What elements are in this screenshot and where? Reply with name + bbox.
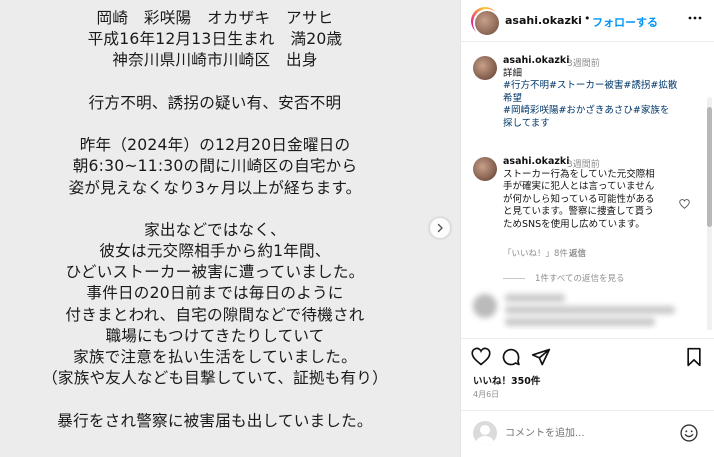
post-date[interactable]: 4月6日	[473, 389, 499, 400]
post-image-text-line: 昨年（2024年）の12月20日金曜日の	[79, 136, 351, 155]
bookmark-icon	[687, 347, 701, 367]
comment-text: と見ています。警察に捜査して貰う	[503, 206, 654, 218]
profile-avatar[interactable]	[471, 7, 501, 37]
user-avatar	[473, 421, 497, 445]
post-image-text-line: 家族で注意を払い生活をしていました。	[73, 348, 357, 366]
post-sidebar: asahi.okazki • フォローする asahi.okazki 3週間前 …	[460, 0, 714, 457]
next-image-button[interactable]	[430, 218, 450, 238]
comment-username[interactable]: asahi.okazki	[503, 156, 569, 167]
blurred-line	[505, 306, 675, 314]
header-separator: •	[584, 12, 591, 25]
comment-button[interactable]	[501, 347, 521, 371]
more-horizontal-icon	[688, 16, 702, 20]
post-image-text-line: 彼女は元交際相手から約1年間、	[99, 242, 331, 261]
header-username[interactable]: asahi.okazki	[505, 14, 582, 27]
post-image-text-line: （家族や友人なども目撃していて、証拠も有り）	[42, 369, 388, 388]
post-image-text-line: 職場にもつけてきたりしていて	[105, 326, 325, 345]
comment-text: が何かしら知っている可能性がある	[503, 193, 655, 205]
comment-body-line: 探してます	[503, 118, 703, 130]
hashtag-link[interactable]: #行方不明#ストーカー被害#誘拐#拡散	[503, 80, 677, 91]
comment-username[interactable]: asahi.okazki	[503, 55, 569, 66]
follow-button[interactable]: フォローする	[592, 14, 658, 30]
hashtag-link[interactable]: #岡崎彩咲陽#おかざきあさひ#家族を	[503, 105, 669, 116]
post-image: 岡崎 彩咲陽 オカザキ アサヒ 平成16年12月13日生まれ 満20歳 神奈川県川崎…	[0, 0, 460, 457]
chevron-right-icon	[437, 223, 443, 233]
save-button[interactable]	[685, 347, 703, 371]
like-button[interactable]	[471, 347, 491, 370]
post-image-text-line: 付きまとわれ、自宅の隙間などで待機され	[65, 305, 365, 324]
comment-body-line: ためSNSを使用し広めています。	[503, 219, 703, 231]
comment-reply-button[interactable]: 返信	[569, 247, 586, 259]
comment-input[interactable]	[505, 425, 665, 441]
comment-body-line: #岡崎彩咲陽#おかざきあさひ#家族を	[503, 105, 703, 117]
post-image-text-line	[0, 389, 430, 410]
comment-body-line: ストーカー行為をしていた元交際相	[503, 169, 703, 181]
comment-body-line: 詳細	[503, 68, 703, 80]
share-button[interactable]	[531, 347, 551, 371]
comment-body: ストーカー行為をしていた元交際相 手が確実に犯人とは言っていません が何かしら知って…	[503, 169, 703, 231]
post-image-text: 岡崎 彩咲陽 オカザキ アサヒ 平成16年12月13日生まれ 満20歳 神奈川県川崎…	[0, 8, 430, 432]
replies-divider	[503, 278, 525, 279]
comment-body-line: が何かしら知っている可能性がある	[503, 194, 703, 206]
post-image-text-line	[0, 199, 430, 220]
post-image-text-line	[0, 72, 430, 93]
comment-body-line: 希望	[503, 93, 703, 105]
comments-list: asahi.okazki 3週間前 詳細 #行方不明#ストーカー被害#誘拐#拡散希…	[461, 42, 714, 330]
comment-body-line: #行方不明#ストーカー被害#誘拐#拡散	[503, 80, 703, 92]
likes-count[interactable]: いいね！350件	[473, 373, 540, 387]
post-image-text-line: ひどいストーカー被害に遭っていました。	[65, 263, 365, 282]
comment-likes-count[interactable]: 「いいね！」8件	[503, 247, 568, 259]
hashtag-link[interactable]: 探してます	[503, 118, 550, 129]
comment-text: 手が確実に犯人とは言っていません	[503, 181, 655, 193]
post-image-text-line: 朝6:30~11:30の間に川崎区の自宅から	[72, 157, 358, 176]
post-actions: いいね！350件 4月6日	[461, 338, 714, 408]
blurred-comment	[473, 292, 683, 330]
post-image-text-line	[0, 114, 430, 135]
comments-scrollbar[interactable]	[707, 97, 712, 330]
post-image-text-line: 行方不明、誘拐の疑い有、安否不明	[88, 93, 342, 112]
post-header: asahi.okazki • フォローする	[461, 0, 714, 42]
comment-icon	[502, 348, 520, 366]
post-image-text-line: 姿が見えなくなり3ヶ月以上が経ちます。	[68, 178, 362, 197]
post-image-text-line: 暴行をされ警察に被害届も出していました。	[57, 411, 373, 430]
emoji-icon	[680, 424, 698, 442]
comment-text: ためSNSを使用し広めています。	[503, 218, 645, 230]
post-image-text-line: 事件日の20日前までは毎日のように	[86, 284, 344, 303]
comment-body-line: と見ています。警察に捜査して貰う	[503, 206, 703, 218]
comment-avatar[interactable]	[473, 157, 497, 181]
comment-composer	[461, 410, 714, 457]
comment-like-icon[interactable]	[679, 199, 690, 209]
post-image-text-line: 家出などではなく、	[144, 220, 286, 239]
comment-text: ストーカー行為をしていた元交際相	[503, 169, 655, 180]
comment-avatar[interactable]	[473, 56, 497, 80]
comment-body-line: 手が確実に犯人とは言っていません	[503, 181, 703, 193]
heart-icon	[471, 347, 491, 366]
post-image-text-line: 平成16年12月13日生まれ 満20歳	[87, 30, 343, 49]
hashtag-link[interactable]: 希望	[503, 93, 522, 104]
scrollbar-thumb[interactable]	[707, 107, 712, 227]
view-replies-label: 1件すべての返信を見る	[535, 274, 625, 284]
view-replies-button[interactable]: 1件すべての返信を見る	[503, 272, 624, 284]
emoji-button[interactable]	[679, 423, 699, 447]
more-options-button[interactable]	[687, 10, 703, 30]
blurred-line	[505, 318, 655, 326]
send-icon	[531, 348, 551, 366]
comment-body: 詳細 #行方不明#ストーカー被害#誘拐#拡散 希望 #岡崎彩咲陽#おかざきあさひ#家族…	[503, 68, 703, 130]
blurred-avatar	[473, 294, 497, 318]
comment-text: 詳細	[503, 68, 523, 79]
blurred-line	[505, 294, 565, 302]
post-image-text-line: 神奈川県川崎市川崎区 出身	[112, 51, 318, 70]
post-image-text-line: 岡崎 彩咲陽 オカザキ アサヒ	[96, 9, 334, 27]
